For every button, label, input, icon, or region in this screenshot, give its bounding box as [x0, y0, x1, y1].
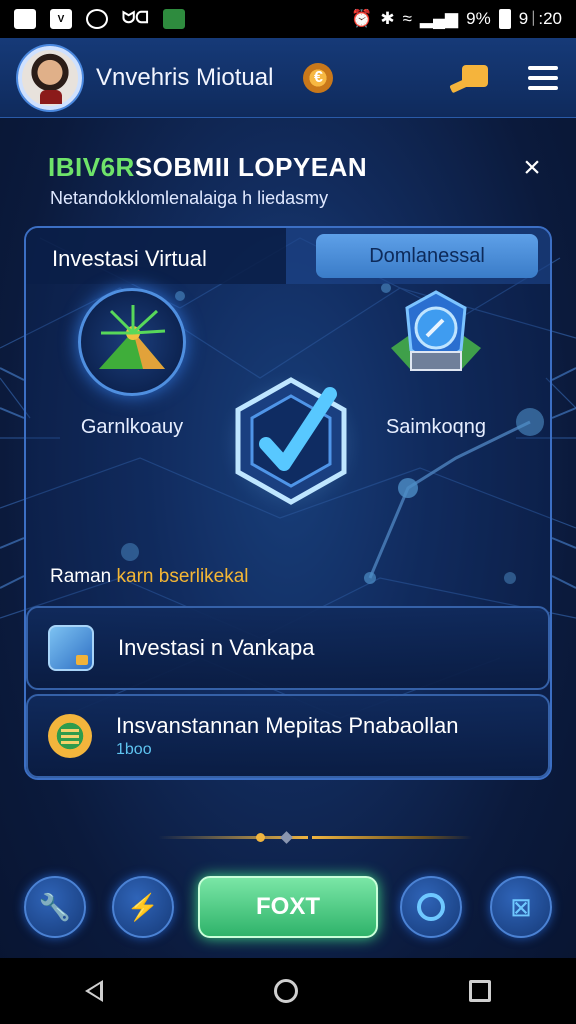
- lightning-icon: ⚡: [126, 891, 160, 922]
- signal-icon: ▂▄▆: [419, 9, 459, 28]
- image-icon: [14, 9, 36, 29]
- investment-card: Investasi Virtual Domlanessal Garnlkoauy: [24, 226, 552, 780]
- box-button[interactable]: ⊠: [490, 876, 552, 938]
- lightning-button[interactable]: ⚡: [112, 876, 174, 938]
- tools-button[interactable]: 🔧: [24, 876, 86, 938]
- battery-icon: [498, 9, 511, 29]
- feature-right[interactable]: Saimkoqng: [366, 288, 506, 439]
- close-icon[interactable]: ×: [516, 152, 548, 184]
- wifi-icon: ≈: [402, 9, 412, 28]
- v-icon: V: [50, 9, 72, 29]
- feature-right-label: Saimkoqng: [385, 416, 487, 438]
- bluetooth-icon: ✱: [380, 9, 395, 28]
- crossed-box-icon: ⊠: [510, 891, 532, 922]
- feature-left-label: Garnlkoauy: [80, 416, 184, 438]
- app-badge-icon: ᗢᗡ: [122, 10, 149, 27]
- list-item-investasi[interactable]: Investasi n Vankapa: [26, 606, 550, 690]
- list-item-insvanstannan[interactable]: Insvanstannan Mepitas Pnabaollan 1boo: [26, 694, 550, 778]
- tab-investasi-virtual[interactable]: Investasi Virtual: [26, 228, 286, 284]
- avatar[interactable]: [18, 45, 82, 110]
- coin-stack-icon: [48, 714, 92, 758]
- app-title: Vnvehris Miotual: [96, 63, 274, 91]
- wrench-icon: 🔧: [38, 891, 72, 922]
- shield-badge-icon: [391, 290, 481, 371]
- coin-icon[interactable]: €: [303, 62, 334, 93]
- check-shield-icon: [219, 371, 363, 515]
- page-subtitle: Netandokklomlenalaiga h liedasmy: [50, 188, 329, 208]
- photo-icon: [162, 9, 185, 29]
- page-indicator: [48, 830, 528, 846]
- bottom-action-bar: 🔧 ⚡ FOXT ⊠: [0, 872, 576, 942]
- wallet-box-icon: [48, 625, 94, 671]
- alarm-icon: [86, 9, 108, 29]
- app-screen: V ᗢᗡ ⏰ ✱ ≈ ▂▄▆ 9% 9ᛁ:20 Vnvehris Miotual…: [0, 0, 576, 1024]
- alarm-clock-icon: ⏰: [351, 9, 373, 28]
- status-bar: V ᗢᗡ ⏰ ✱ ≈ ▂▄▆ 9% 9ᛁ:20: [0, 0, 576, 38]
- chat-button[interactable]: [400, 876, 462, 938]
- clock: 9ᛁ:20: [518, 9, 562, 28]
- battery-percent: 9%: [466, 9, 491, 28]
- menu-icon[interactable]: [528, 65, 558, 90]
- page-dot-active[interactable]: [256, 833, 265, 842]
- recent-apps-icon[interactable]: [468, 980, 491, 1002]
- back-icon[interactable]: [85, 980, 104, 1002]
- tab-bar: Investasi Virtual Domlanessal: [26, 228, 550, 284]
- page-dot[interactable]: [280, 831, 293, 844]
- system-nav-bar: [0, 958, 576, 1024]
- home-icon[interactable]: [273, 979, 298, 1003]
- list-item-title: Investasi n Vankapa: [118, 635, 315, 660]
- list-item-value: 1boo: [116, 741, 152, 758]
- section-subtitle: Raman karn bserlikekal: [50, 566, 249, 587]
- chat-bubble-icon: [417, 893, 445, 921]
- feature-left[interactable]: Garnlkoauy: [72, 288, 192, 439]
- growth-chart-icon: [78, 288, 186, 396]
- next-button[interactable]: FOXT: [198, 876, 378, 938]
- list-item-title: Insvanstannan Mepitas Pnabaollan: [116, 713, 459, 738]
- tab-domlanessal[interactable]: Domlanessal: [316, 234, 538, 278]
- page-title: IBIV6RSOBMII LOPYEAN: [48, 152, 368, 182]
- key-icon[interactable]: [448, 63, 488, 93]
- app-header: Vnvehris Miotual €: [0, 38, 576, 118]
